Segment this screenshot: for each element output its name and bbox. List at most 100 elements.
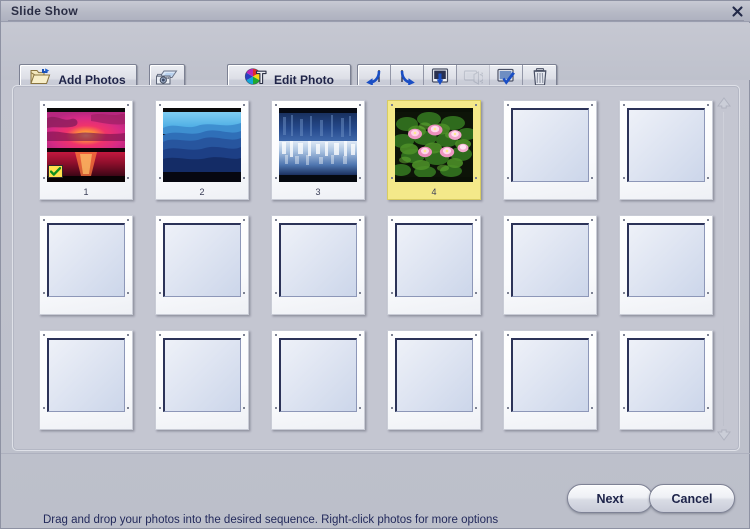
photo-frame[interactable] <box>503 215 597 315</box>
photo-slot-empty[interactable] <box>32 325 148 440</box>
photo-frame[interactable]: 3 <box>271 100 365 200</box>
photo-slot-empty[interactable] <box>612 210 728 325</box>
close-icon[interactable] <box>729 4 745 19</box>
photo-slot-empty[interactable] <box>264 325 380 440</box>
photo-slot[interactable]: 4 <box>380 95 496 210</box>
frame-corner <box>507 104 509 106</box>
frame-corner <box>475 292 477 294</box>
photo-grid-panel: 1 2 3 4 Drag and drop your photos into t… <box>12 85 740 526</box>
frame-corner <box>275 104 277 106</box>
empty-thumbnail <box>511 108 589 182</box>
frame-corner <box>43 104 45 106</box>
frame-corner <box>475 177 477 179</box>
empty-thumbnail <box>279 338 357 412</box>
mountains-photo <box>163 108 241 182</box>
photo-slot[interactable]: 1 <box>32 95 148 210</box>
photo-frame[interactable] <box>39 330 133 430</box>
empty-thumbnail <box>279 223 357 297</box>
photo-frame[interactable] <box>271 215 365 315</box>
frame-corner <box>159 177 161 179</box>
photo-slot-empty[interactable] <box>380 210 496 325</box>
frame-corner <box>591 292 593 294</box>
frame-corner <box>275 177 277 179</box>
scroll-track[interactable] <box>723 112 724 426</box>
photo-thumbnail <box>163 108 241 182</box>
photo-frame[interactable] <box>503 330 597 430</box>
photo-frame[interactable] <box>155 215 249 315</box>
photo-number: 3 <box>315 187 321 197</box>
photo-slot-empty[interactable] <box>264 210 380 325</box>
photo-slot-empty[interactable] <box>32 210 148 325</box>
frame-corner <box>507 219 509 221</box>
scroll-up-arrow-icon[interactable] <box>716 96 732 110</box>
frame-corner <box>43 334 45 336</box>
photo-slot-empty[interactable] <box>148 210 264 325</box>
empty-thumbnail <box>511 223 589 297</box>
empty-thumbnail <box>47 223 125 297</box>
frame-corner <box>43 407 45 409</box>
frame-corner <box>159 219 161 221</box>
photo-slot-empty[interactable] <box>612 95 728 210</box>
frame-corner <box>707 219 709 221</box>
photo-frame[interactable] <box>503 100 597 200</box>
photo-frame[interactable] <box>619 330 713 430</box>
frame-corner <box>591 334 593 336</box>
photo-frame[interactable] <box>387 215 481 315</box>
scroll-down-arrow-icon[interactable] <box>716 428 732 442</box>
photo-number: 1 <box>83 187 89 197</box>
drag-drop-hint: Drag and drop your photos into the desir… <box>43 514 499 526</box>
frame-corner <box>359 407 361 409</box>
frame-corner <box>275 407 277 409</box>
cancel-button[interactable]: Cancel <box>649 484 735 513</box>
frame-corner <box>391 292 393 294</box>
photo-frame[interactable]: 1 <box>39 100 133 200</box>
slide-show-window: Slide Show Add Photos Edit Photo 1 2 3 4… <box>0 0 750 529</box>
frame-corner <box>391 104 393 106</box>
photo-frame[interactable] <box>387 330 481 430</box>
frame-corner <box>707 292 709 294</box>
status-badge <box>48 165 63 178</box>
photo-thumbnail <box>395 108 473 182</box>
frame-corner <box>159 407 161 409</box>
empty-thumbnail <box>627 108 705 182</box>
frame-corner <box>159 334 161 336</box>
empty-thumbnail <box>163 338 241 412</box>
frame-corner <box>43 292 45 294</box>
frame-corner <box>591 219 593 221</box>
frame-corner <box>243 104 245 106</box>
next-button[interactable]: Next <box>567 484 653 513</box>
frame-corner <box>359 219 361 221</box>
photo-frame[interactable] <box>619 215 713 315</box>
photo-slot-empty[interactable] <box>496 210 612 325</box>
frame-corner <box>275 292 277 294</box>
photo-slot-empty[interactable] <box>612 325 728 440</box>
title-bar: Slide Show <box>1 1 750 22</box>
empty-thumbnail <box>395 338 473 412</box>
photo-slot[interactable]: 3 <box>264 95 380 210</box>
window-title: Slide Show <box>11 4 79 18</box>
frame-corner <box>243 292 245 294</box>
grid-scrollbar[interactable] <box>715 96 733 442</box>
photo-frame[interactable] <box>155 330 249 430</box>
frame-corner <box>623 292 625 294</box>
photo-slot-empty[interactable] <box>496 325 612 440</box>
frame-corner <box>159 104 161 106</box>
photo-thumbnail <box>279 108 357 182</box>
frame-corner <box>707 407 709 409</box>
photo-frame[interactable]: 2 <box>155 100 249 200</box>
toolbar: Add Photos Edit Photo <box>1 23 750 95</box>
photo-slot[interactable]: 2 <box>148 95 264 210</box>
photo-slot-empty[interactable] <box>148 325 264 440</box>
empty-thumbnail <box>47 338 125 412</box>
photo-frame-selected[interactable]: 4 <box>387 100 481 200</box>
photo-frame[interactable] <box>619 100 713 200</box>
photo-slot-empty[interactable] <box>380 325 496 440</box>
frame-corner <box>243 177 245 179</box>
photo-frame[interactable] <box>39 215 133 315</box>
frame-corner <box>43 177 45 179</box>
frame-corner <box>623 219 625 221</box>
photo-frame[interactable] <box>271 330 365 430</box>
photo-slot-empty[interactable] <box>496 95 612 210</box>
frame-corner <box>127 407 129 409</box>
frame-corner <box>275 334 277 336</box>
